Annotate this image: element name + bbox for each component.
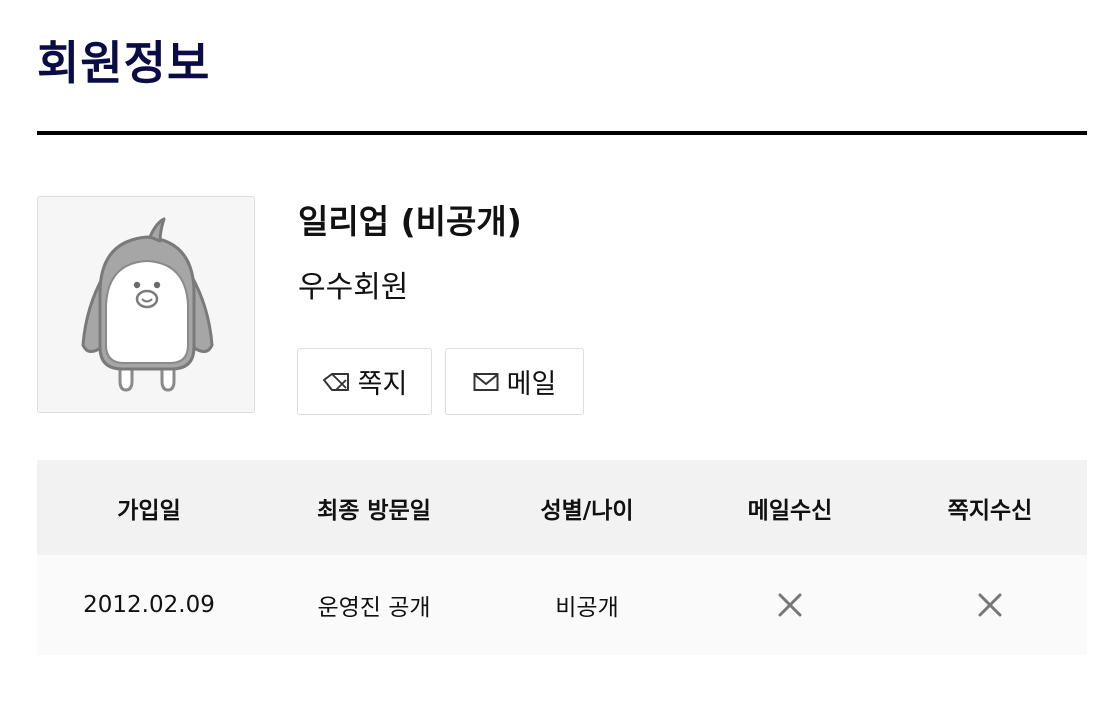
send-mail-button[interactable]: 메일 [445, 348, 584, 415]
member-info-page: 회원정보 일리업 (비공개) 우수회원 쪽지 메일 가입일 최종 방문일 성별/… [0, 0, 1117, 722]
cell-mail-receive [687, 555, 893, 655]
cell-gender-age: 비공개 [487, 555, 687, 655]
header-join-date: 가입일 [37, 460, 261, 555]
mail-icon [473, 372, 499, 392]
cell-last-visit: 운영진 공개 [261, 555, 487, 655]
header-memo-receive: 쪽지수신 [893, 460, 1087, 555]
table-row: 2012.02.09 운영진 공개 비공개 [37, 555, 1087, 655]
avatar [37, 196, 255, 413]
x-icon [978, 593, 1002, 617]
memo-button-label: 쪽지 [357, 369, 408, 400]
page-title: 회원정보 [37, 36, 211, 90]
header-gender-age: 성별/나이 [487, 460, 687, 555]
title-divider [37, 131, 1087, 135]
penguin-avatar-icon [81, 217, 214, 392]
header-last-visit: 최종 방문일 [261, 460, 487, 555]
member-info-table: 가입일 최종 방문일 성별/나이 메일수신 쪽지수신 2012.02.09 운영… [37, 460, 1087, 655]
cell-join-date: 2012.02.09 [37, 555, 261, 655]
member-name: 일리업 (비공개) [298, 202, 522, 241]
send-memo-button[interactable]: 쪽지 [297, 348, 432, 415]
x-icon [778, 593, 802, 617]
table-header-row: 가입일 최종 방문일 성별/나이 메일수신 쪽지수신 [37, 460, 1087, 555]
header-mail-receive: 메일수신 [687, 460, 893, 555]
memo-icon [322, 372, 350, 392]
cell-memo-receive [893, 555, 1087, 655]
mail-button-label: 메일 [506, 369, 557, 400]
member-level: 우수회원 [298, 270, 409, 305]
